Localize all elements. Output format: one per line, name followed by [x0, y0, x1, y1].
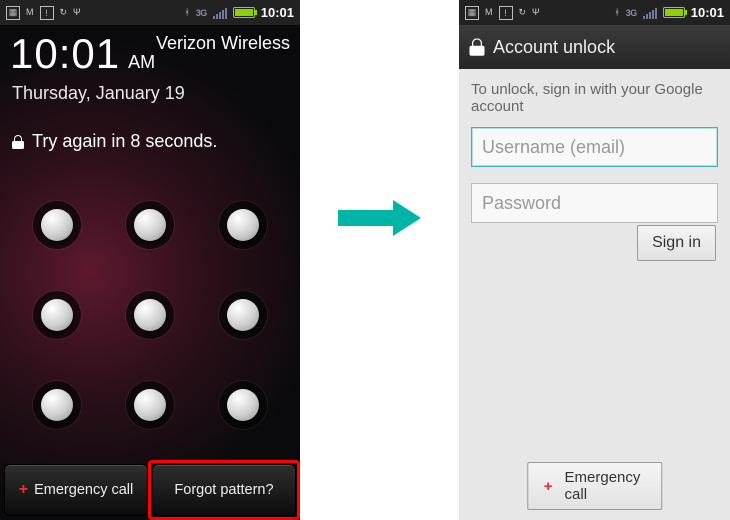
lockscreen-body: 10:01 AM Verizon Wireless Thursday, Janu…: [0, 25, 300, 520]
statusbar-clock: 10:01: [691, 5, 724, 20]
account-unlock-titlebar: Account unlock: [459, 25, 730, 69]
emergency-call-button[interactable]: + Emergency call: [527, 462, 663, 510]
mail-icon: M: [485, 8, 493, 17]
sync-icon: ↻: [519, 8, 527, 17]
pattern-dot[interactable]: [41, 209, 73, 241]
sign-in-button[interactable]: Sign in: [637, 225, 716, 261]
signal-bars-icon: [643, 7, 657, 19]
calendar-icon: ▦: [465, 6, 479, 20]
plus-icon: +: [19, 481, 28, 499]
lock-clock-time: 10:01: [10, 30, 120, 78]
bluetooth-icon: ᚼ: [614, 8, 619, 17]
status-bar: ▦ M ! ↻ Ψ ᚼ 3G 10:01: [0, 0, 300, 25]
username-placeholder: Username (email): [482, 137, 625, 158]
forgot-pattern-label: Forgot pattern?: [174, 482, 273, 498]
account-unlock-screen: ▦ M ! ↻ Ψ ᚼ 3G 10:01 Account unlock To u…: [459, 0, 730, 520]
pattern-dot[interactable]: [134, 299, 166, 331]
battery-icon: [663, 7, 685, 18]
password-placeholder: Password: [482, 193, 561, 214]
lock-clock-ampm: AM: [128, 52, 155, 73]
pattern-dot[interactable]: [41, 389, 73, 421]
retry-message: Try again in 8 seconds.: [32, 131, 217, 152]
carrier-label: Verizon Wireless: [156, 33, 290, 54]
pattern-dot[interactable]: [41, 299, 73, 331]
forgot-pattern-button[interactable]: Forgot pattern?: [152, 464, 296, 516]
notification-icon: !: [499, 6, 513, 20]
status-bar: ▦ M ! ↻ Ψ ᚼ 3G 10:01: [459, 0, 730, 25]
lock-icon: [12, 135, 24, 149]
sync-icon: ↻: [60, 8, 68, 17]
network-type: 3G: [196, 8, 207, 18]
network-type: 3G: [626, 8, 637, 18]
signal-bars-icon: [213, 7, 227, 19]
plus-icon: +: [544, 478, 553, 495]
statusbar-clock: 10:01: [261, 5, 294, 20]
account-unlock-title: Account unlock: [493, 37, 615, 58]
emergency-call-label: Emergency call: [565, 469, 646, 503]
calendar-icon: ▦: [6, 6, 20, 20]
retry-message-row: Try again in 8 seconds.: [12, 131, 217, 152]
lock-icon: [470, 38, 485, 56]
pattern-dot[interactable]: [134, 389, 166, 421]
pattern-dot[interactable]: [227, 209, 259, 241]
usb-icon: Ψ: [73, 8, 81, 17]
usb-icon: Ψ: [532, 8, 540, 17]
password-input[interactable]: Password: [471, 183, 718, 223]
account-unlock-form: To unlock, sign in with your Google acco…: [459, 69, 730, 520]
pattern-dot[interactable]: [227, 299, 259, 331]
unlock-hint: To unlock, sign in with your Google acco…: [471, 81, 718, 115]
lock-date: Thursday, January 19: [12, 83, 185, 104]
sign-in-label: Sign in: [652, 234, 701, 251]
mail-icon: M: [26, 8, 34, 17]
bluetooth-icon: ᚼ: [184, 8, 189, 17]
emergency-call-button[interactable]: + Emergency call: [4, 464, 148, 516]
emergency-call-label: Emergency call: [34, 482, 133, 498]
flow-arrow-icon: [338, 200, 421, 236]
pattern-dot[interactable]: [134, 209, 166, 241]
notification-icon: !: [40, 6, 54, 20]
lockscreen-pattern: ▦ M ! ↻ Ψ ᚼ 3G 10:01 10:01 AM Verizon Wi…: [0, 0, 300, 520]
battery-icon: [233, 7, 255, 18]
pattern-grid[interactable]: [10, 180, 290, 450]
pattern-dot[interactable]: [227, 389, 259, 421]
username-input[interactable]: Username (email): [471, 127, 718, 167]
